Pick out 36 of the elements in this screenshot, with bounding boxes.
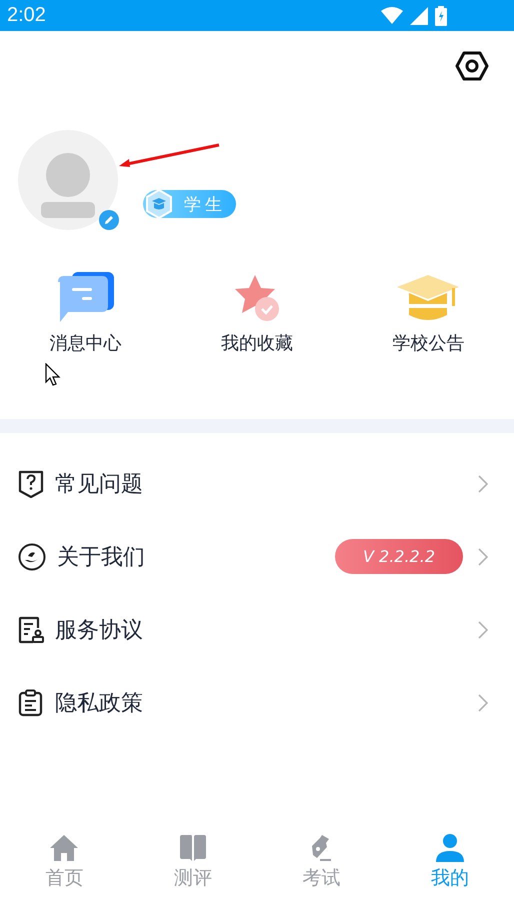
signal-icon bbox=[410, 6, 428, 24]
menu-item[interactable]: 关于我们 V 2.2.2.2 bbox=[0, 520, 514, 593]
settings-icon[interactable] bbox=[455, 51, 489, 81]
shortcut-item[interactable]: 学校公告 bbox=[342, 271, 514, 355]
chevron-right-icon bbox=[478, 620, 488, 638]
shortcut-label: 消息中心 bbox=[50, 332, 122, 355]
person-icon bbox=[434, 834, 465, 862]
shortcut-item[interactable]: 我的收藏 bbox=[171, 271, 343, 355]
menu-label: 隐私政策 bbox=[55, 690, 143, 718]
chevron-right-icon bbox=[478, 474, 488, 492]
document-icon bbox=[18, 616, 44, 644]
shortcut-item[interactable]: 消息中心 bbox=[0, 271, 172, 355]
chevron-right-icon bbox=[478, 694, 488, 712]
clipboard-icon bbox=[18, 688, 44, 716]
graduation-cap-icon bbox=[144, 189, 174, 219]
status-time: 2:02 bbox=[7, 4, 46, 27]
mouse-cursor-icon bbox=[45, 363, 61, 387]
question-icon bbox=[18, 470, 44, 498]
home-icon bbox=[49, 834, 80, 862]
menu-item[interactable]: 常见问题 bbox=[0, 447, 514, 520]
role-label: 学生 bbox=[184, 194, 226, 216]
menu-label: 服务协议 bbox=[55, 616, 143, 644]
battery-icon bbox=[435, 6, 447, 26]
logo-icon bbox=[18, 542, 46, 570]
edit-icon[interactable] bbox=[99, 210, 119, 230]
version-badge: V 2.2.2.2 bbox=[334, 539, 463, 574]
chevron-right-icon bbox=[478, 548, 488, 566]
menu-item[interactable]: 隐私政策 bbox=[0, 666, 514, 739]
wifi-icon bbox=[381, 7, 403, 24]
shortcut-label: 学校公告 bbox=[392, 332, 464, 355]
shortcut-label: 我的收藏 bbox=[220, 332, 293, 355]
pen-icon bbox=[309, 834, 334, 862]
menu-label: 关于我们 bbox=[57, 544, 145, 572]
menu-item[interactable]: 服务协议 bbox=[0, 593, 514, 666]
book-icon bbox=[178, 834, 207, 862]
menu-label: 常见问题 bbox=[55, 470, 143, 498]
